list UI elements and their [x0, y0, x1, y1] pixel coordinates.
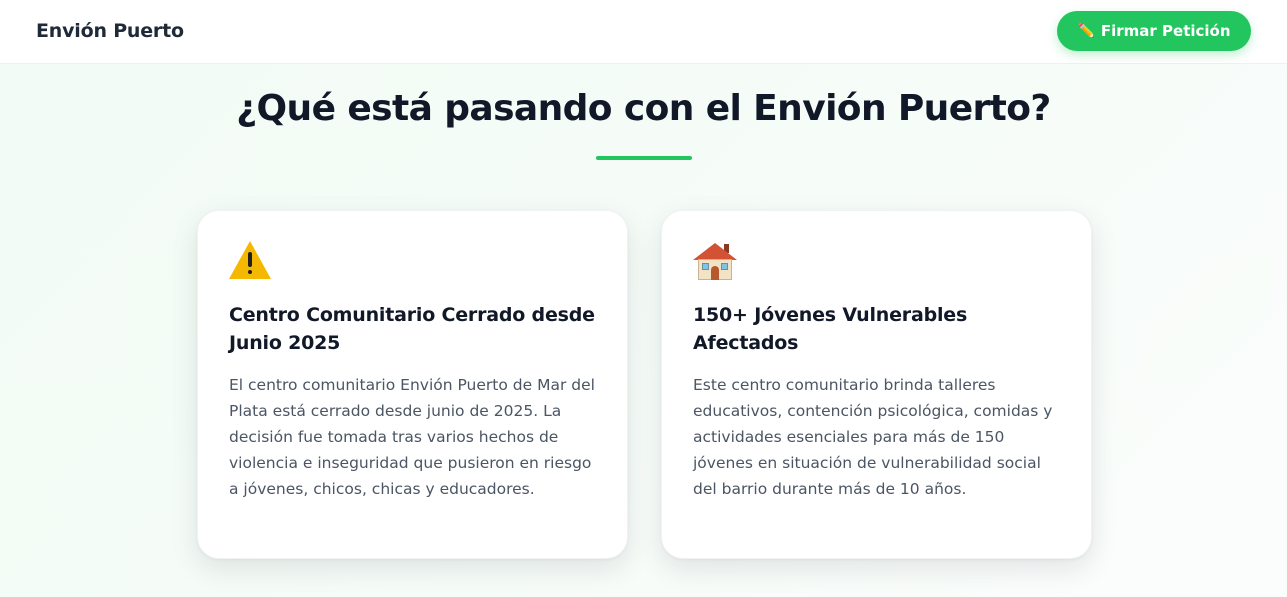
info-card-closed-center: Centro Comunitario Cerrado desde Junio 2…: [197, 210, 628, 559]
top-navbar: Envión Puerto ✏️ Firmar Petición: [0, 0, 1287, 64]
sign-petition-button[interactable]: ✏️ Firmar Petición: [1057, 11, 1251, 51]
info-card-affected-youth: 150+ Jóvenes Vulnerables Afectados Este …: [661, 210, 1092, 559]
sign-petition-label: Firmar Petición: [1100, 22, 1231, 40]
section-title: ¿Qué está pasando con el Envión Puerto?: [236, 88, 1051, 129]
pen-icon: ✏️: [1077, 23, 1095, 39]
card-heading: Centro Comunitario Cerrado desde Junio 2…: [229, 304, 595, 354]
house-icon: [693, 241, 739, 287]
card-body: El centro comunitario Envión Puerto de M…: [229, 376, 595, 498]
brand-logo[interactable]: Envión Puerto: [36, 20, 184, 42]
card-body: Este centro comunitario brinda talleres …: [693, 376, 1053, 498]
card-heading: 150+ Jóvenes Vulnerables Afectados: [693, 304, 968, 354]
warning-icon: [229, 241, 275, 287]
title-underline: [596, 156, 692, 160]
